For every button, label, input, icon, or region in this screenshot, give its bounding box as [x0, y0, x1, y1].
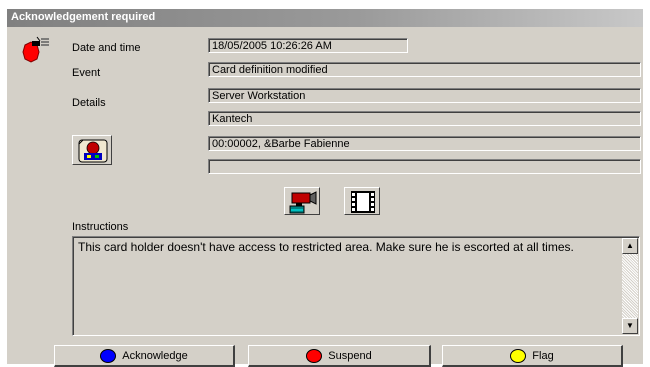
- window-title: Acknowledgement required: [11, 11, 156, 23]
- yellow-circle-icon: [510, 348, 527, 363]
- film-playback-button[interactable]: [344, 187, 380, 215]
- suspend-label: Suspend: [328, 349, 372, 362]
- video-camera-button[interactable]: [284, 187, 320, 215]
- event-label: Event: [72, 67, 101, 79]
- red-circle-icon: [306, 348, 323, 363]
- suspend-button[interactable]: Suspend: [248, 345, 431, 367]
- extra-field: [208, 159, 641, 174]
- alarm-bell-icon: [17, 35, 53, 67]
- event-field: Card definition modified: [208, 62, 641, 77]
- film-playback-icon: [350, 190, 376, 217]
- flag-label: Flag: [532, 349, 554, 362]
- flag-button[interactable]: Flag: [442, 345, 623, 367]
- details-field-2: Kantech: [208, 111, 641, 126]
- instructions-text: This card holder doesn't have access to …: [78, 240, 574, 254]
- details-field-1: Server Workstation: [208, 88, 641, 103]
- date-time-label: Date and time: [72, 42, 141, 54]
- instructions-label: Instructions: [72, 221, 129, 233]
- card-holder-photo-icon: [77, 138, 109, 167]
- card-holder-field: 00:00002, &Barbe Fabienne: [208, 136, 641, 151]
- date-time-field: 18/05/2005 10:26:26 AM: [208, 38, 408, 53]
- acknowledge-label: Acknowledge: [122, 349, 188, 362]
- instructions-textarea[interactable]: This card holder doesn't have access to …: [72, 236, 640, 336]
- details-label: Details: [72, 97, 106, 109]
- blue-circle-icon: [100, 348, 117, 363]
- scroll-up-button[interactable]: ▲: [622, 238, 638, 254]
- video-camera-icon: [288, 190, 318, 217]
- acknowledgement-window: Acknowledgement required Date and time 1…: [7, 9, 643, 367]
- scroll-down-button[interactable]: ▼: [622, 318, 638, 334]
- instructions-scrollbar[interactable]: ▲ ▼: [622, 238, 638, 334]
- acknowledge-button[interactable]: Acknowledge: [54, 345, 235, 367]
- title-bar: Acknowledgement required: [7, 9, 643, 27]
- card-holder-photo-button[interactable]: [72, 135, 112, 165]
